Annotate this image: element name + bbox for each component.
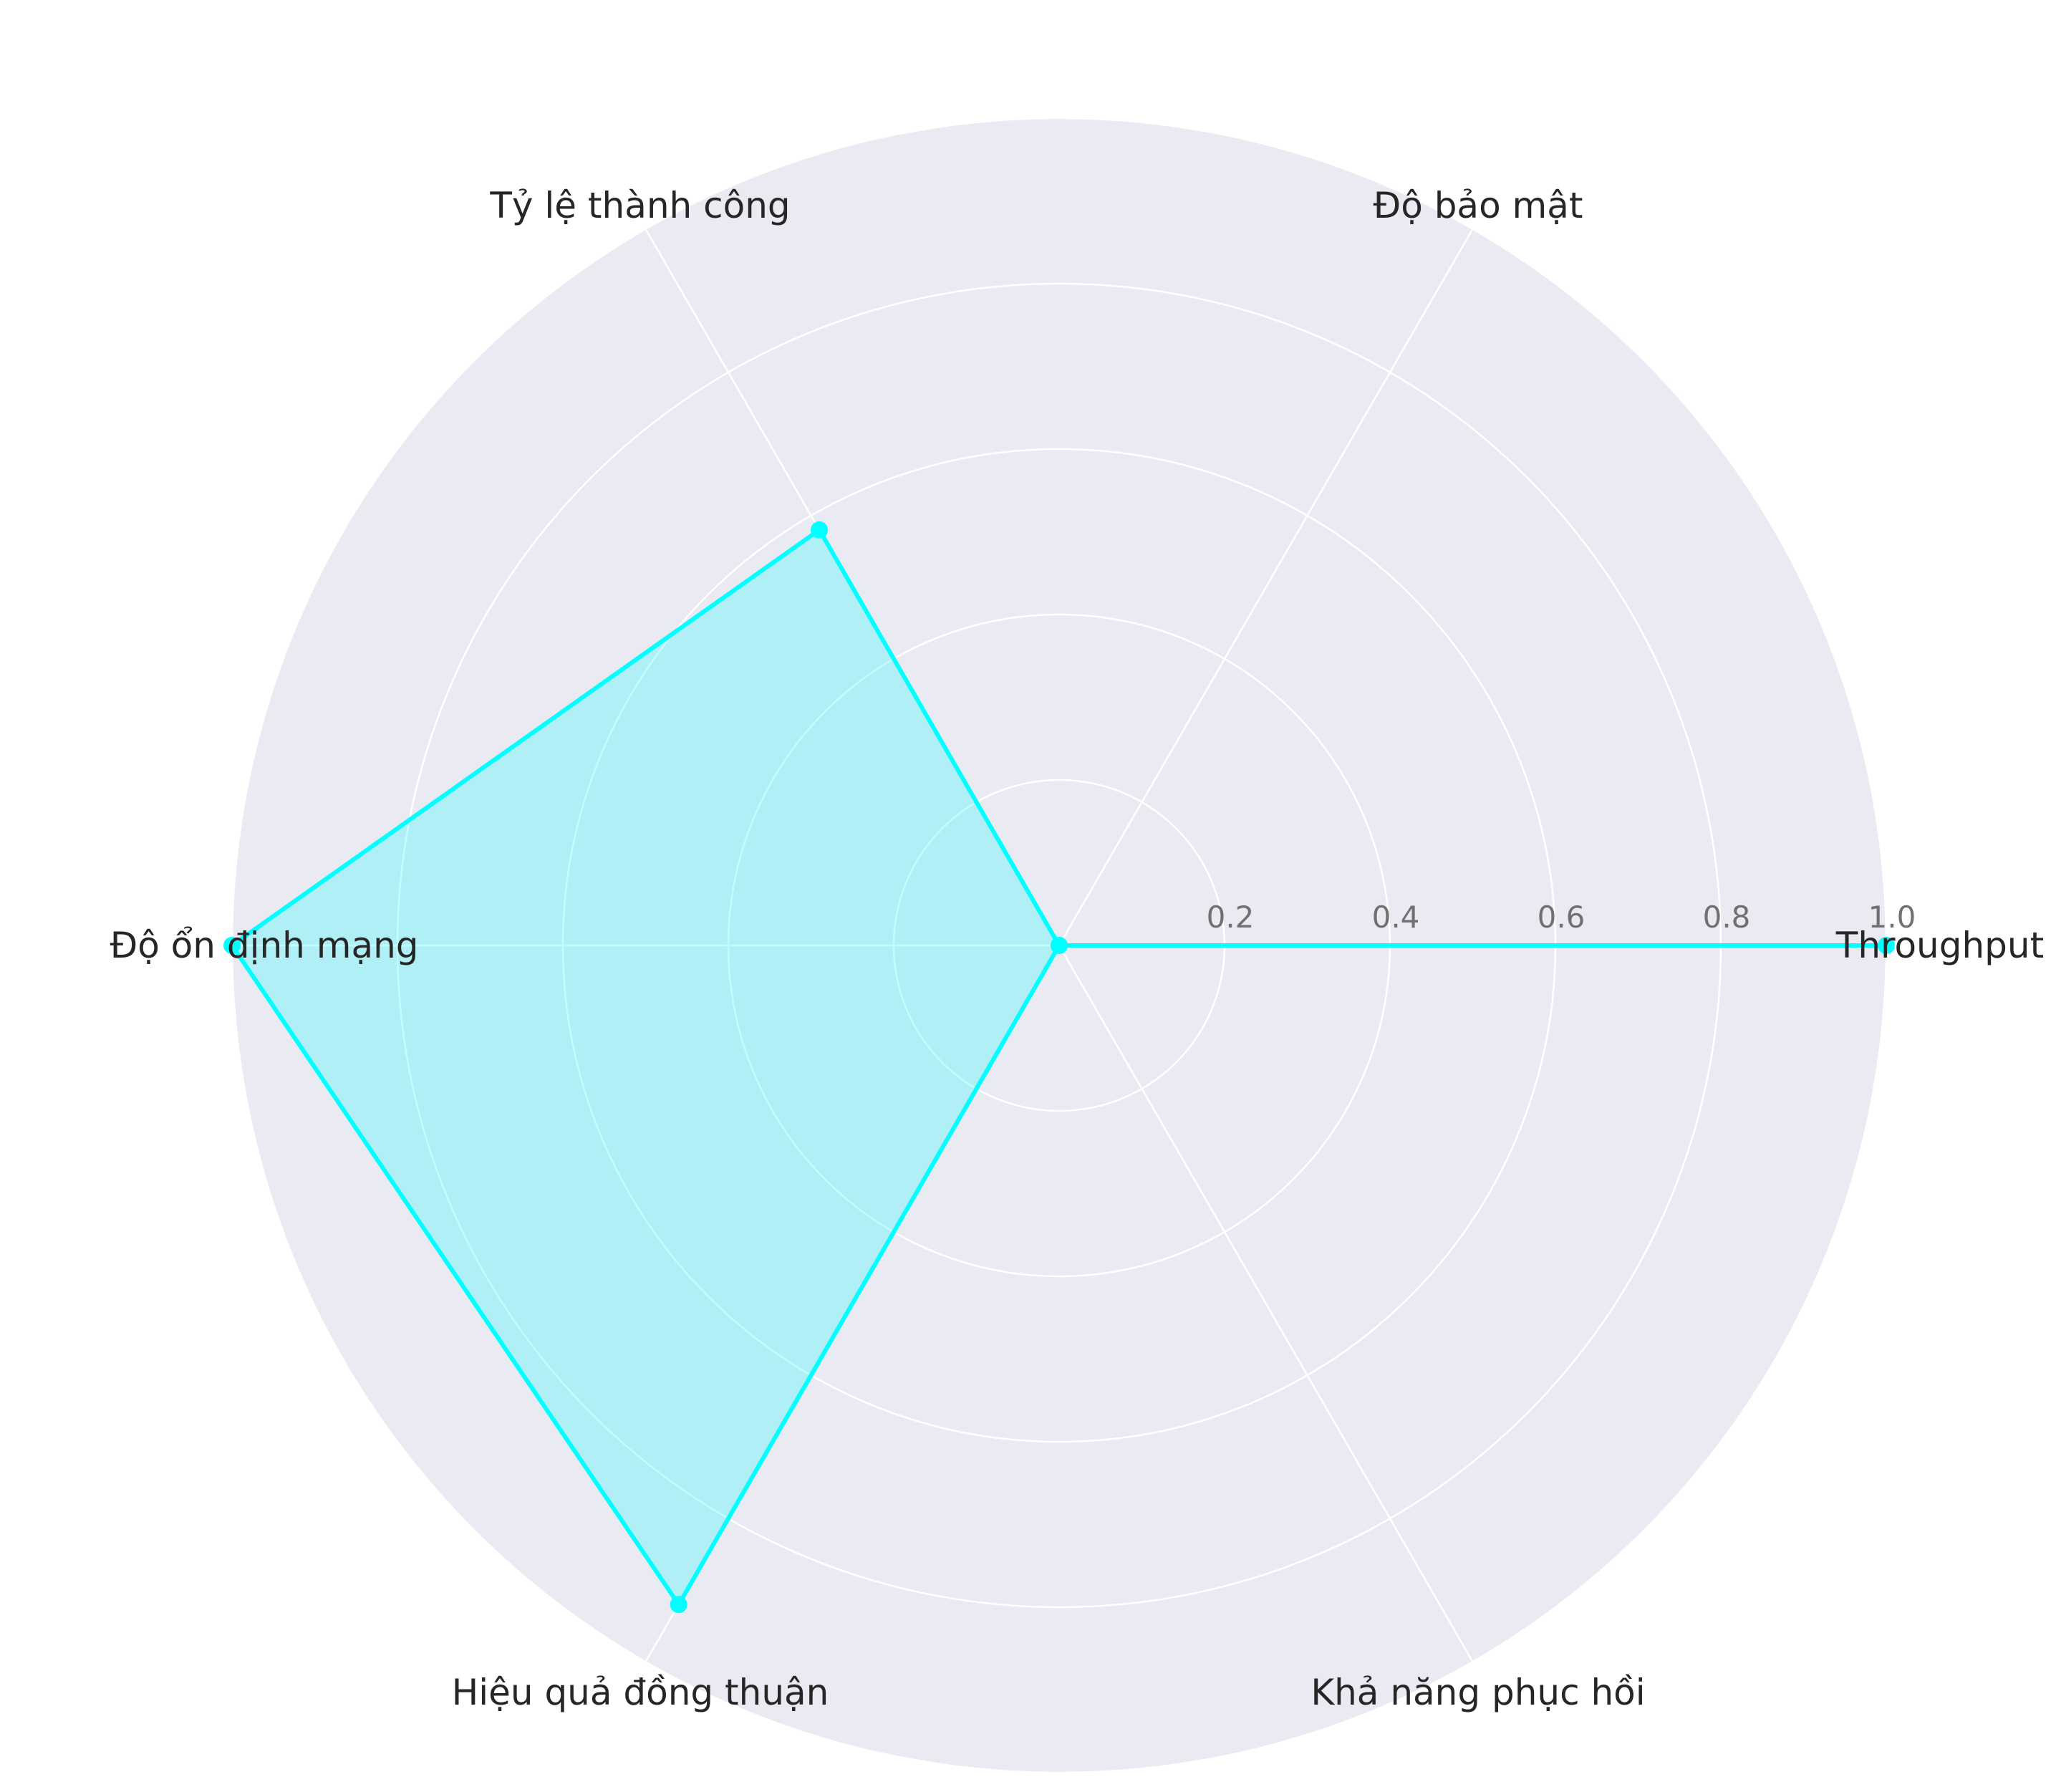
category-label-0: Throughput	[1835, 925, 2044, 966]
category-label-2: Tỷ lệ thành công	[489, 185, 790, 226]
tick-label-2: 0.6	[1538, 900, 1585, 935]
category-label-5: Khả năng phục hồi	[1311, 1672, 1645, 1713]
tick-label-1: 0.4	[1372, 900, 1420, 935]
tick-label-0: 0.2	[1207, 900, 1255, 935]
category-label-3: Độ ổn định mạng	[110, 925, 418, 966]
tick-label-3: 0.8	[1703, 900, 1751, 935]
radar-chart: 0.2 0.4 0.6 0.8 1.0 ThroughputĐộ bảo mậtTỷ l…	[110, 117, 2044, 1774]
series-0-point-4	[670, 1596, 687, 1614]
series-0-point-5	[1051, 937, 1068, 954]
category-label-4: Hiệu quả đồng thuận	[452, 1672, 829, 1713]
category-label-1: Độ bảo mật	[1373, 185, 1583, 226]
series-0-point-2	[811, 521, 829, 539]
